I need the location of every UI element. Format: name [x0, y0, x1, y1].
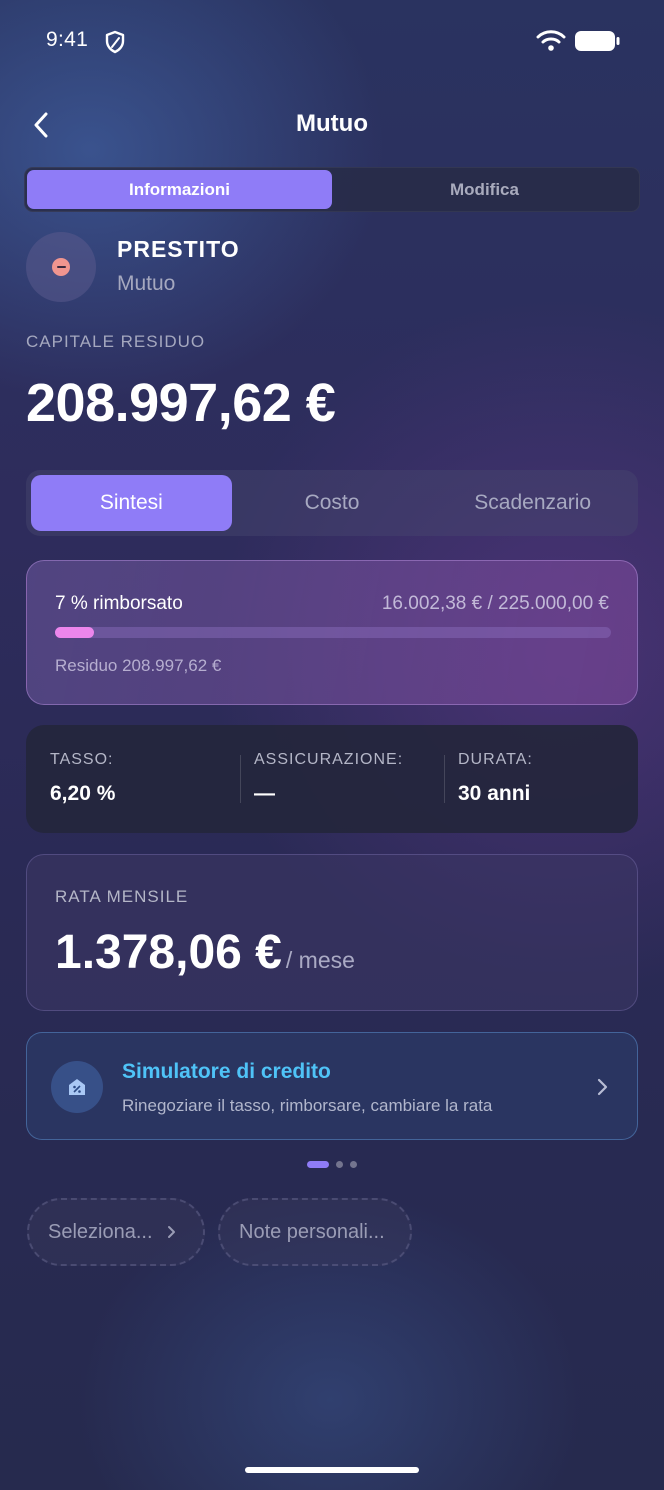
back-arrow-icon[interactable]	[28, 110, 56, 140]
minus-circle-icon	[52, 258, 70, 276]
tab-sintesi[interactable]: Sintesi	[31, 475, 232, 531]
notes-chip-label: Note personali...	[239, 1220, 385, 1243]
detail-tab-bar: Sintesi Costo Scadenzario	[26, 470, 638, 536]
info-insurance: ASSICURAZIONE: —	[230, 725, 434, 833]
account-type: Mutuo	[117, 272, 176, 295]
info-rate: TASSO: 6,20 %	[26, 725, 230, 833]
wifi-icon	[536, 30, 566, 51]
page-indicator	[0, 1161, 664, 1168]
account-avatar	[26, 232, 96, 302]
progress-track	[55, 627, 611, 638]
calculator-house-icon	[51, 1061, 103, 1113]
installment-value: 1.378,06 € / mese	[55, 925, 355, 980]
chevron-right-icon	[597, 1078, 608, 1096]
info-label: TASSO:	[50, 751, 114, 768]
capital-label: CAPITALE RESIDUO	[26, 332, 206, 351]
progress-residual: Residuo 208.997,62 €	[55, 656, 222, 675]
info-duration: DURATA: 30 anni	[434, 725, 638, 833]
credit-simulator-button[interactable]: Simulatore di credito Rinegoziare il tas…	[26, 1032, 638, 1140]
personal-notes-chip[interactable]: Note personali...	[218, 1198, 412, 1266]
chevron-right-icon	[167, 1226, 175, 1238]
info-value: 6,20 %	[50, 782, 116, 805]
installment-amount: 1.378,06 €	[55, 926, 282, 979]
tab-modifica[interactable]: Modifica	[332, 170, 637, 209]
installment-unit: / mese	[285, 947, 355, 973]
select-chip[interactable]: Seleziona...	[27, 1198, 205, 1266]
battery-icon	[575, 31, 620, 51]
account-name: PRESTITO	[117, 236, 240, 262]
info-label: DURATA:	[458, 751, 533, 768]
progress-fill	[55, 627, 94, 638]
progress-label: 7 % rimborsato	[55, 593, 183, 614]
simulator-title: Simulatore di credito	[122, 1060, 331, 1083]
page-dot-active[interactable]	[307, 1161, 329, 1168]
top-tab-bar: Informazioni Modifica	[24, 167, 640, 212]
info-value: —	[254, 782, 275, 805]
shield-icon	[105, 30, 125, 54]
simulator-subtitle: Rinegoziare il tasso, rimborsare, cambia…	[122, 1096, 493, 1115]
info-value: 30 anni	[458, 782, 531, 805]
tab-informazioni[interactable]: Informazioni	[27, 170, 332, 209]
select-chip-label: Seleziona...	[48, 1220, 153, 1243]
repayment-progress-card: 7 % rimborsato 16.002,38 € / 225.000,00 …	[26, 560, 638, 705]
loan-info-card: TASSO: 6,20 % ASSICURAZIONE: — DURATA: 3…	[26, 725, 638, 833]
monthly-installment-card: RATA MENSILE 1.378,06 € / mese	[26, 854, 638, 1011]
status-time: 9:41	[46, 28, 89, 51]
page-dot[interactable]	[336, 1161, 343, 1168]
progress-amount: 16.002,38 € / 225.000,00 €	[381, 593, 609, 614]
page-title: Mutuo	[296, 110, 368, 137]
tab-scadenzario[interactable]: Scadenzario	[432, 475, 633, 531]
page-dot[interactable]	[350, 1161, 357, 1168]
capital-value: 208.997,62 €	[26, 373, 336, 433]
installment-label: RATA MENSILE	[55, 887, 189, 906]
info-label: ASSICURAZIONE:	[254, 751, 404, 768]
tab-costo[interactable]: Costo	[232, 475, 433, 531]
home-indicator[interactable]	[245, 1467, 419, 1473]
